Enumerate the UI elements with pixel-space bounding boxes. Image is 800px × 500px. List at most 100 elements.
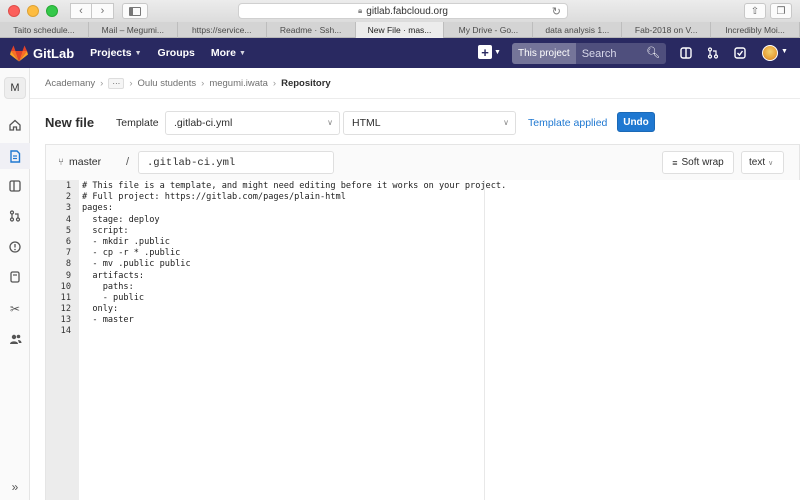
reload-icon[interactable]: ↻ (552, 5, 561, 18)
members-icon[interactable] (6, 330, 24, 348)
minimize-window-button[interactable] (27, 5, 39, 17)
browser-tab[interactable]: Taito schedule... (0, 22, 89, 38)
home-icon[interactable] (6, 116, 24, 134)
todos-check-icon[interactable] (733, 46, 747, 60)
breadcrumb-more-button[interactable]: ··· (108, 78, 125, 89)
code-text: - cp -r * .public (82, 248, 181, 259)
editor-mode-select[interactable]: text ∨ (741, 151, 784, 174)
code-line[interactable]: 4 stage: deploy (46, 215, 506, 226)
close-window-button[interactable] (8, 5, 20, 17)
browser-tab[interactable]: https://service... (178, 22, 267, 38)
scissors-icon[interactable]: ✂︎ (6, 300, 24, 318)
line-number: 14 (60, 326, 71, 337)
gitlab-logo[interactable]: GitLab (10, 45, 74, 62)
file-header-bar: ⑂ master / ≡ Soft wrap text ∨ (45, 144, 800, 180)
new-dropdown-button[interactable]: + ▼ (478, 45, 501, 59)
code-line[interactable]: 9 artifacts: (46, 271, 506, 282)
code-line[interactable]: 8 - mv .public public (46, 259, 506, 270)
project-sidebar: M ✂︎ » (0, 68, 30, 500)
line-number: 13 (60, 315, 71, 326)
browser-tab[interactable]: Fab-2018 on V... (622, 22, 712, 38)
code-line[interactable]: 6 - mkdir .public (46, 237, 506, 248)
snippets-icon[interactable] (6, 268, 24, 286)
template-type-select[interactable]: HTML ∨ (343, 111, 516, 135)
code-text: # Full project: https://gitlab.com/pages… (82, 192, 346, 203)
code-text: only: (82, 304, 119, 315)
breadcrumb-item[interactable]: megumi.iwata (209, 78, 268, 89)
template-select-value: .gitlab-ci.yml (174, 117, 233, 129)
code-text: - public (82, 292, 145, 303)
maximize-window-button[interactable] (46, 5, 58, 17)
search-scope-badge[interactable]: This project (512, 43, 576, 64)
repository-icon[interactable] (6, 147, 24, 165)
line-number: 7 (65, 248, 71, 259)
breadcrumb-item[interactable]: Oulu students (138, 78, 197, 89)
groups-label: Groups (157, 47, 195, 59)
share-button[interactable]: ⇧ (744, 3, 766, 19)
chevron-right-icon: › (272, 78, 277, 89)
file-name-input[interactable] (138, 151, 334, 174)
todo-panel-icon[interactable] (679, 46, 693, 60)
code-line[interactable]: 2 # Full project: https://gitlab.com/page… (46, 192, 506, 203)
back-button[interactable]: ‹ (70, 3, 92, 19)
code-text: artifacts: (82, 270, 145, 281)
editor-mode-value: text (749, 157, 766, 168)
code-line[interactable]: 3 pages: (46, 203, 506, 214)
browser-tab[interactable]: Incredibly Moi... (711, 22, 800, 38)
soft-wrap-label: Soft wrap (681, 157, 724, 168)
merge-request-icon[interactable] (6, 207, 24, 225)
address-bar[interactable]: 🔒︎ gitlab.fabcloud.org ↻ (238, 3, 568, 19)
chevron-down-icon: ▼ (781, 48, 788, 55)
path-separator: / (126, 156, 130, 168)
soft-wrap-button[interactable]: ≡ Soft wrap (662, 151, 734, 174)
breadcrumb-item[interactable]: Academany (45, 78, 95, 89)
chevron-down-icon: ∨ (503, 118, 509, 127)
browser-tab[interactable]: Readme · Ssh... (267, 22, 356, 38)
user-avatar[interactable] (762, 45, 778, 61)
issues-board-icon[interactable] (6, 177, 24, 195)
chevron-right-icon: › (201, 78, 205, 89)
groups-link[interactable]: Groups (158, 47, 195, 59)
code-line[interactable]: 10 paths: (46, 282, 506, 293)
code-line[interactable]: 1 # This file is a template, and might ne… (46, 181, 506, 192)
chevron-down-icon: ∨ (768, 159, 774, 167)
browser-tab[interactable]: New File · mas... (355, 22, 445, 38)
page-title: New file (45, 115, 95, 130)
breadcrumb-current[interactable]: Repository (281, 78, 331, 89)
code-line[interactable]: 14 (46, 326, 506, 337)
issues-icon[interactable] (6, 238, 24, 256)
show-tabs-button[interactable]: ❐ (770, 3, 792, 19)
browser-tab[interactable]: Mail – Megumi... (89, 22, 178, 38)
project-avatar[interactable]: M (4, 77, 26, 99)
line-number: 9 (65, 270, 71, 281)
code-text: - mv .public public (82, 259, 191, 270)
browser-tab[interactable]: My Drive - Go... (444, 22, 534, 38)
code-line[interactable]: 13 - master (46, 315, 506, 326)
line-number: 10 (60, 281, 71, 292)
chevron-down-icon: ▼ (494, 48, 501, 56)
code-line[interactable]: 7 - cp -r * .public (46, 248, 506, 259)
code-text: script: (82, 225, 129, 236)
search-icon[interactable]: 🔍︎ (646, 46, 660, 59)
merge-requests-icon[interactable] (706, 46, 720, 60)
projects-menu[interactable]: Projects ▼ (90, 47, 141, 59)
browser-tab[interactable]: data analysis 1... (533, 22, 623, 38)
code-line[interactable]: 5 script: (46, 226, 506, 237)
code-line[interactable]: 11 - public (46, 293, 506, 304)
template-select[interactable]: .gitlab-ci.yml ∨ (165, 111, 340, 135)
code-line[interactable]: 12 only: (46, 304, 506, 315)
more-menu[interactable]: More ▼ (211, 47, 246, 59)
projects-label: Projects (90, 47, 132, 59)
search-input[interactable] (581, 47, 652, 60)
line-number: 5 (65, 225, 71, 236)
plus-icon: + (478, 45, 492, 59)
sidebar-toggle-button[interactable] (122, 3, 148, 19)
tanuki-icon (10, 45, 28, 61)
share-icon: ⇧ (750, 5, 760, 17)
undo-button[interactable]: Undo (617, 112, 655, 132)
forward-button[interactable]: › (92, 3, 114, 19)
expand-sidebar-icon[interactable]: » (6, 478, 24, 496)
branch-icon: ⑂ (58, 156, 64, 168)
code-editor[interactable]: 1 # This file is a template, and might ne… (45, 180, 800, 500)
line-number: 4 (65, 214, 71, 225)
